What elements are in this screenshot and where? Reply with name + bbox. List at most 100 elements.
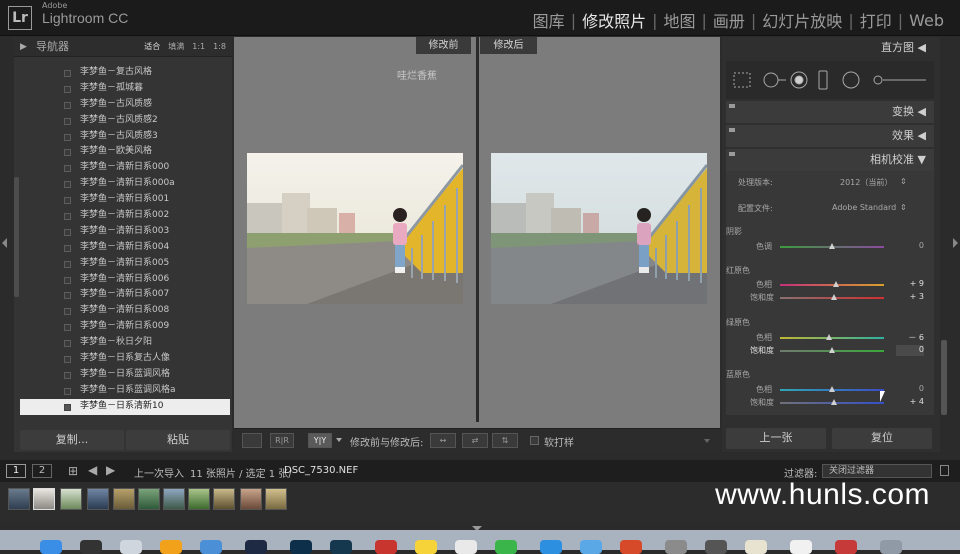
red-sat-thumb[interactable] xyxy=(831,294,838,300)
navigator-header[interactable]: ▶ 导航器 适合 填满 1:1 1:8 xyxy=(14,37,232,57)
effects-header[interactable]: 效果 ◀ xyxy=(726,125,934,147)
panel-switch-icon[interactable] xyxy=(729,104,735,108)
red-hue-value[interactable]: + 9 xyxy=(896,279,924,288)
copy-after-to-before-icon[interactable]: ⇅ xyxy=(492,433,518,448)
collapse-triangle-icon[interactable]: ◀ xyxy=(918,105,926,118)
dock-app-icon[interactable] xyxy=(120,540,142,554)
source-label[interactable]: 上一次导入 xyxy=(134,465,184,480)
filmstrip-thumbnail[interactable] xyxy=(60,488,82,510)
preset-item[interactable]: 李梦鱼－清新日系008 xyxy=(20,303,230,319)
red-hue-thumb[interactable] xyxy=(833,281,840,287)
green-sat-thumb[interactable] xyxy=(829,347,835,353)
dock-app-icon[interactable] xyxy=(455,540,477,554)
filmstrip-thumbnail[interactable] xyxy=(113,488,135,510)
left-scrollbar[interactable] xyxy=(14,177,19,297)
blue-sat-thumb[interactable] xyxy=(831,399,838,405)
module-library[interactable]: 图库 xyxy=(527,8,571,32)
dock-app-icon[interactable] xyxy=(745,540,767,554)
preset-item[interactable]: 李梦鱼－日系蓝调风格 xyxy=(20,367,230,383)
calibration-header[interactable]: 相机校准 ▼ xyxy=(726,149,934,171)
preset-item-selected[interactable]: 李梦鱼－日系清新10 xyxy=(20,398,230,415)
zoom-1-8[interactable]: 1:8 xyxy=(213,37,226,57)
dock-app-icon[interactable] xyxy=(290,540,312,554)
grid-view-icon[interactable]: ⊞ xyxy=(68,464,78,478)
green-sat-value[interactable]: 0 xyxy=(896,345,924,356)
filmstrip-thumbnail[interactable] xyxy=(213,488,235,510)
dock-app-icon[interactable] xyxy=(245,540,267,554)
dock-app-icon[interactable] xyxy=(705,540,727,554)
zoom-fit[interactable]: 适合 xyxy=(144,37,160,57)
soft-proof-checkbox[interactable] xyxy=(530,436,539,445)
mode-dropdown-icon[interactable] xyxy=(336,438,342,442)
preset-item[interactable]: 李梦鱼－清新日系003 xyxy=(20,224,230,240)
module-book[interactable]: 画册 xyxy=(707,8,751,32)
dock-app-icon[interactable] xyxy=(415,540,437,554)
screen-2-button[interactable]: 2 xyxy=(32,464,52,478)
zoom-1-1[interactable]: 1:1 xyxy=(192,37,205,57)
filmstrip-thumbnail[interactable] xyxy=(163,488,185,510)
preset-item[interactable]: 李梦鱼－欧美风格 xyxy=(20,144,230,160)
red-sat-slider[interactable] xyxy=(780,294,884,300)
profile-value[interactable]: Adobe Standard xyxy=(832,203,896,212)
filmstrip-thumbnail[interactable] xyxy=(265,488,287,510)
module-map[interactable]: 地图 xyxy=(657,8,701,32)
transform-header[interactable]: 变换 ◀ xyxy=(726,101,934,123)
blue-sat-slider[interactable] xyxy=(780,399,884,405)
preset-item[interactable]: 李梦鱼－孤城暮 xyxy=(20,81,230,97)
preset-item[interactable]: 李梦鱼－清新日系002 xyxy=(20,208,230,224)
dock-app-icon[interactable] xyxy=(580,540,602,554)
process-value[interactable]: 2012（当前） xyxy=(840,177,892,188)
red-sat-value[interactable]: + 3 xyxy=(896,292,924,301)
preset-item[interactable]: 李梦鱼－清新日系005 xyxy=(20,256,230,272)
panel-switch-icon[interactable] xyxy=(729,152,735,156)
preset-item[interactable]: 李梦鱼－复古风格 xyxy=(20,65,230,81)
filmstrip-thumbnail[interactable] xyxy=(188,488,210,510)
collapse-triangle-icon[interactable]: ◀ xyxy=(918,129,926,142)
dropdown-icon[interactable]: ⇕ xyxy=(900,203,907,212)
module-develop[interactable]: 修改照片 xyxy=(576,8,652,32)
dropdown-icon[interactable]: ⇕ xyxy=(900,177,907,186)
swap-left-right-icon[interactable]: ↔ xyxy=(430,433,456,448)
expand-triangle-icon[interactable]: ▶ xyxy=(20,37,27,57)
blue-hue-value[interactable]: 0 xyxy=(896,384,924,393)
loupe-view-icon[interactable] xyxy=(242,433,262,448)
module-web[interactable]: Web xyxy=(903,11,950,30)
panel-switch-icon[interactable] xyxy=(729,128,735,132)
preset-item[interactable]: 李梦鱼－清新日系007 xyxy=(20,287,230,303)
zoom-fill[interactable]: 填满 xyxy=(168,37,184,57)
dock-app-icon[interactable] xyxy=(80,540,102,554)
toolbar-menu-icon[interactable] xyxy=(704,439,710,443)
filmstrip-thumbnail[interactable] xyxy=(87,488,109,510)
expand-triangle-icon[interactable]: ▼ xyxy=(918,153,926,166)
preset-item[interactable]: 李梦鱼－清新日系000a xyxy=(20,176,230,192)
dock-app-icon[interactable] xyxy=(540,540,562,554)
dock-app-icon[interactable] xyxy=(330,540,352,554)
finder-icon[interactable] xyxy=(40,540,62,554)
green-hue-thumb[interactable] xyxy=(825,334,832,340)
green-hue-value[interactable]: － 6 xyxy=(896,332,924,343)
left-panel-toggle-icon[interactable] xyxy=(2,238,7,248)
dock-app-icon[interactable] xyxy=(200,540,222,554)
dock-app-icon[interactable] xyxy=(880,540,902,554)
forward-arrow-icon[interactable]: ▶ xyxy=(106,463,115,477)
right-scrollbar[interactable] xyxy=(941,340,947,415)
preset-item[interactable]: 李梦鱼－清新日系001 xyxy=(20,192,230,208)
red-hue-slider[interactable] xyxy=(780,281,884,287)
previous-button[interactable]: 上一张 xyxy=(726,428,826,449)
preset-item[interactable]: 李梦鱼－清新日系009 xyxy=(20,319,230,335)
dock-app-icon[interactable] xyxy=(160,540,182,554)
copy-before-to-after-icon[interactable]: ⇄ xyxy=(462,433,488,448)
back-arrow-icon[interactable]: ◀ xyxy=(88,463,97,477)
preset-item[interactable]: 李梦鱼－日系复古人像 xyxy=(20,351,230,367)
shadow-tint-value[interactable]: 0 xyxy=(896,241,924,250)
before-after-lr-icon[interactable]: R|R xyxy=(270,433,294,448)
preset-item[interactable]: 李梦鱼－古风质感 xyxy=(20,97,230,113)
dock-app-icon[interactable] xyxy=(790,540,812,554)
preset-item[interactable]: 李梦鱼－秋日夕阳 xyxy=(20,335,230,351)
paste-button[interactable]: 粘贴 xyxy=(126,430,230,450)
shadow-tint-slider[interactable] xyxy=(780,243,884,249)
blue-hue-slider[interactable] xyxy=(780,386,884,392)
green-hue-slider[interactable] xyxy=(780,334,884,340)
shadow-tint-thumb[interactable] xyxy=(829,243,835,249)
filter-dropdown[interactable]: 关闭过滤器 xyxy=(822,464,932,478)
